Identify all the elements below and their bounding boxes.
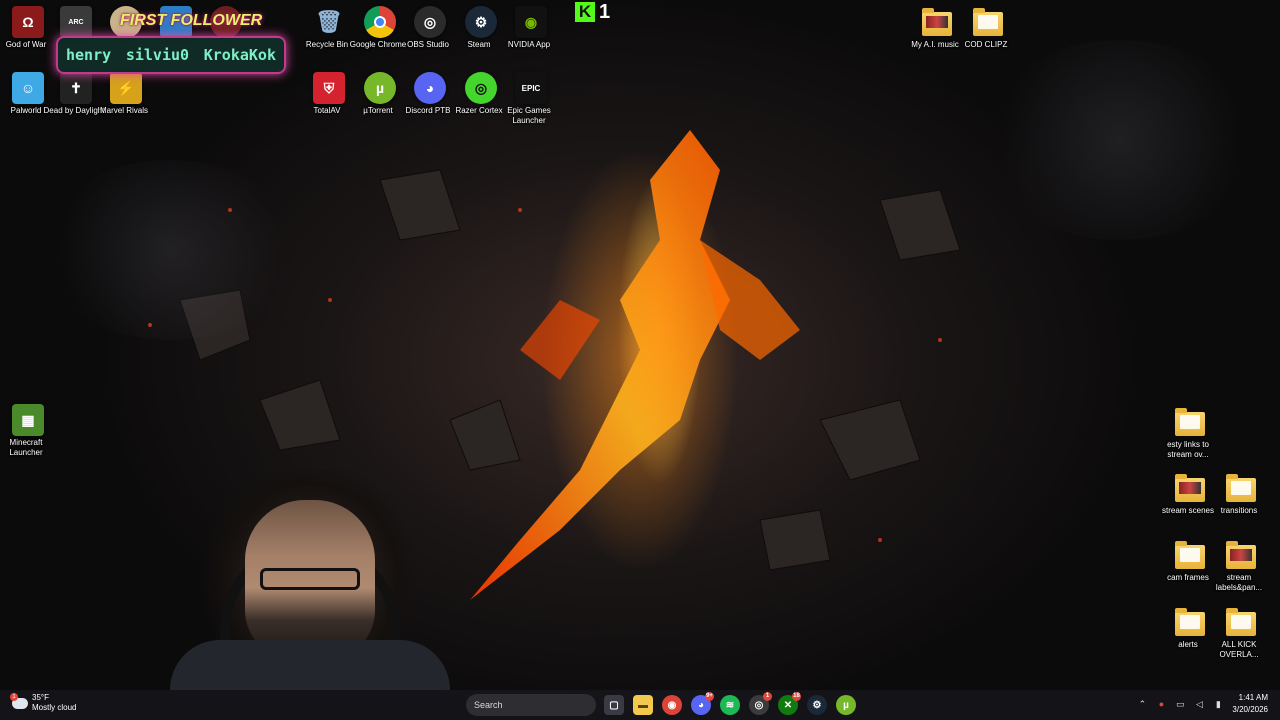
microphone-icon[interactable]: ●	[1156, 699, 1166, 709]
weather-desc: Mostly cloud	[32, 703, 77, 712]
viewer-count: 1	[599, 1, 611, 23]
chrome-taskbar-button[interactable]: ◉	[662, 695, 682, 715]
taskbar-clock[interactable]: 1:41 AM 3/20/2026	[1232, 692, 1268, 716]
volume-icon[interactable]: ◁	[1194, 699, 1204, 709]
folder-icon	[1175, 541, 1205, 569]
file-explorer-button[interactable]: ▬	[633, 695, 653, 715]
god-of-war-icon: Ω	[12, 6, 44, 38]
recycle-bin-icon: 🗑	[315, 9, 343, 34]
palworld-icon: ☺	[12, 72, 44, 104]
folder-cod-clipz[interactable]: COD CLIPZ	[960, 6, 1016, 68]
desktop-icon-recycle-bin[interactable]: 🗑 Recycle Bin	[301, 6, 357, 68]
kick-viewer-count: K 1	[575, 2, 610, 22]
folder-stream-labels[interactable]: stream labels&pan...	[1213, 539, 1269, 601]
spotify-taskbar-button[interactable]: ≋	[720, 695, 740, 715]
desktop-icon-utorrent[interactable]: µ µTorrent	[352, 72, 408, 134]
steam-icon: ⚙	[465, 6, 497, 38]
nvidia-icon: ◉	[515, 6, 547, 38]
desktop-icon-nvidia-app[interactable]: ◉ NVIDIA App	[503, 6, 559, 68]
follower-name: henry	[66, 46, 112, 64]
task-view-button[interactable]: ▢	[604, 695, 624, 715]
taskbar: 1 35°F Mostly cloud Search ▢ ▬ ◉ ◕ 9+ ≋ ◎…	[0, 690, 1280, 720]
weather-temp: 35°F	[32, 693, 49, 702]
discord-badge: 9+	[705, 692, 714, 701]
folder-icon	[1175, 608, 1205, 636]
xbox-badge: 18	[792, 692, 801, 701]
smoke-effect	[40, 160, 300, 340]
folder-icon	[922, 8, 952, 36]
totalav-icon: ⛨	[313, 72, 345, 104]
weather-widget[interactable]: 1 35°F Mostly cloud	[10, 692, 77, 713]
steam-taskbar-button[interactable]: ⚙	[807, 695, 827, 715]
obs-taskbar-button[interactable]: ◎ 1	[749, 692, 772, 715]
smoke-effect	[980, 40, 1260, 240]
folder-icon	[1226, 608, 1256, 636]
desktop-icon-dead-by-daylight[interactable]: ✝ Dead by Daylight	[44, 72, 104, 134]
epic-games-icon: EPIC	[515, 72, 547, 104]
discord-taskbar-button[interactable]: ◕ 9+	[691, 692, 714, 715]
desktop-icon-google-chrome[interactable]: Google Chrome	[350, 6, 408, 68]
glasses	[260, 568, 360, 590]
razer-cortex-icon: ◎	[465, 72, 497, 104]
minecraft-icon: ▦	[12, 404, 44, 436]
battery-icon[interactable]: ▮	[1213, 699, 1223, 709]
folder-stream-scenes[interactable]: stream scenes	[1162, 472, 1218, 534]
desktop-icon-epic-games-launcher[interactable]: EPIC Epic Games Launcher	[503, 72, 559, 134]
discord-icon: ◕	[414, 72, 446, 104]
folder-my-ai-music[interactable]: My A.I. music	[909, 6, 965, 68]
follower-name: silviu0	[125, 46, 190, 64]
utorrent-icon: µ	[364, 72, 396, 104]
dead-by-daylight-icon: ✝	[60, 72, 92, 104]
desktop-icon-steam[interactable]: ⚙ Steam	[453, 6, 509, 68]
desktop-icon-minecraft-launcher[interactable]: ▦ Minecraft Launcher	[0, 404, 56, 466]
obs-badge: 1	[763, 692, 772, 701]
cloud-icon: 1	[10, 692, 28, 709]
clock-date: 3/20/2026	[1232, 705, 1268, 714]
network-icon[interactable]: ▭	[1175, 699, 1185, 709]
clock-time: 1:41 AM	[1238, 693, 1268, 702]
desktop-icon-totalav[interactable]: ⛨ TotalAV	[301, 72, 357, 134]
first-follower-title: FIRST FOLLOWER	[120, 12, 263, 29]
follower-overlay: henry silviu0 KrokaKok	[56, 36, 286, 74]
xbox-taskbar-button[interactable]: ✕ 18	[778, 692, 801, 715]
taskbar-search[interactable]: Search	[466, 694, 596, 716]
folder-transitions[interactable]: transitions	[1213, 472, 1269, 534]
arc-raiders-icon: ARC	[60, 6, 92, 38]
marvel-rivals-icon: ⚡	[110, 72, 142, 104]
weather-badge: 1	[10, 692, 18, 701]
folder-icon	[1226, 474, 1256, 502]
chevron-up-icon[interactable]: ⌃	[1137, 699, 1147, 709]
follower-name: KrokaKok	[203, 46, 276, 64]
webcam-feed	[150, 470, 470, 690]
folder-all-kick-overlays[interactable]: ALL KICK OVERLA...	[1213, 606, 1269, 668]
obs-icon: ◎	[414, 6, 446, 38]
utorrent-taskbar-button[interactable]: µ	[836, 695, 856, 715]
folder-icon	[1226, 541, 1256, 569]
desktop-icon-marvel-rivals[interactable]: ⚡ Marvel Rivals	[98, 72, 154, 134]
system-tray: ⌃ ● ▭ ◁ ▮ 1:41 AM 3/20/2026	[1137, 692, 1268, 716]
streamer-shirt	[170, 640, 450, 690]
desktop-icon-discord-ptb[interactable]: ◕ Discord PTB	[402, 72, 458, 134]
desktop-icon-obs-studio[interactable]: ◎ OBS Studio	[402, 6, 458, 68]
folder-icon	[1175, 474, 1205, 502]
chrome-icon	[364, 6, 396, 38]
folder-esty-links[interactable]: esty links to stream ov...	[1162, 406, 1218, 468]
folder-icon	[1175, 408, 1205, 436]
kick-logo-icon: K	[575, 2, 595, 22]
folder-icon	[973, 8, 1003, 36]
